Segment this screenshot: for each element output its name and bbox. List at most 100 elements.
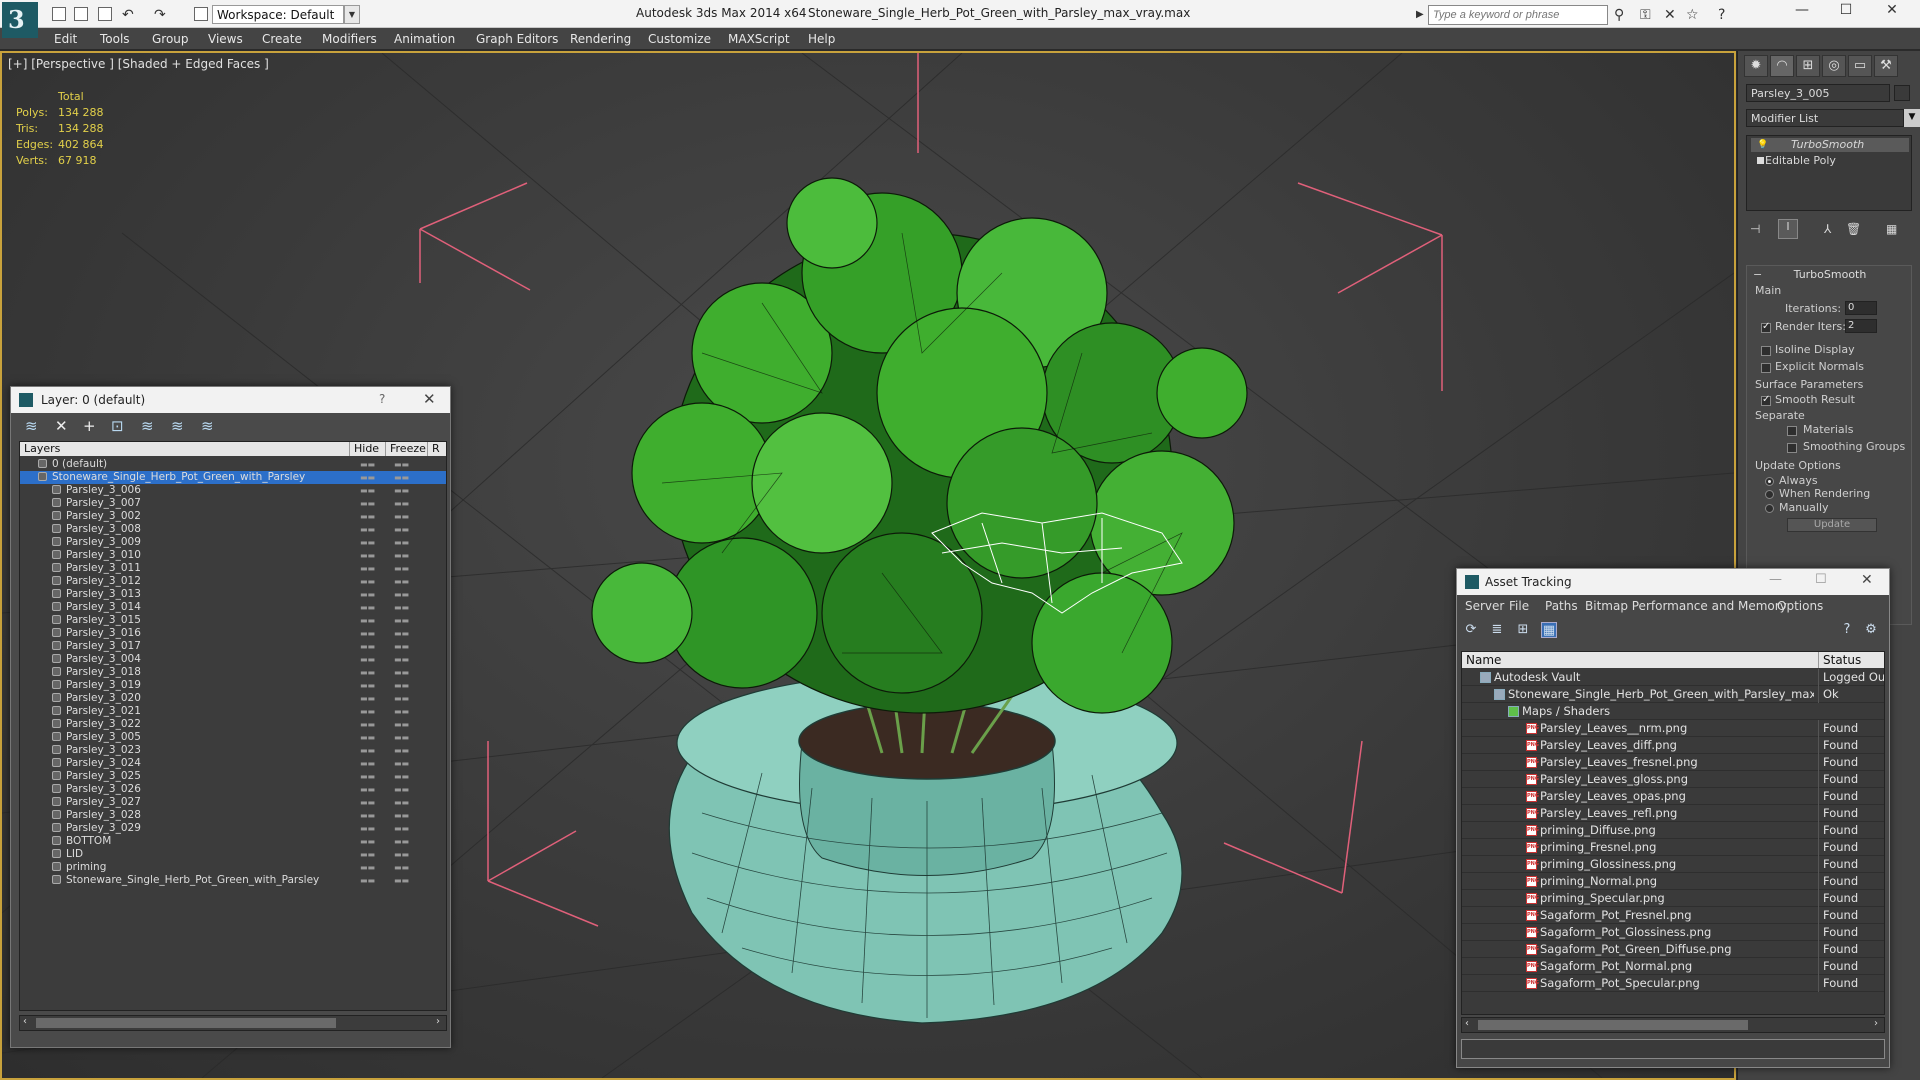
freeze-toggle[interactable]: ▬▬ bbox=[394, 822, 409, 835]
layer-row[interactable]: Parsley_3_019 ▬▬ ▬▬ bbox=[20, 679, 446, 692]
workspace-dropdown[interactable]: Workspace: Default bbox=[212, 5, 344, 24]
manually-radio[interactable] bbox=[1765, 504, 1774, 513]
play-arrow-icon[interactable]: ▶ bbox=[1416, 9, 1424, 20]
maximize-icon[interactable]: ☐ bbox=[1815, 572, 1827, 587]
layer-row[interactable]: Parsley_3_024 ▬▬ ▬▬ bbox=[20, 757, 446, 770]
asset-horizontal-scrollbar[interactable]: ‹ › bbox=[1461, 1017, 1885, 1033]
hide-toggle[interactable]: ▬▬ bbox=[360, 627, 375, 640]
chevron-down-icon[interactable]: ▼ bbox=[1904, 109, 1920, 127]
modifier-list-dropdown[interactable]: Modifier List bbox=[1746, 109, 1904, 127]
hide-toggle[interactable]: ▬▬ bbox=[360, 692, 375, 705]
layer-row[interactable]: Parsley_3_005 ▬▬ ▬▬ bbox=[20, 731, 446, 744]
save-file-icon[interactable] bbox=[98, 7, 112, 21]
layer-row[interactable]: Parsley_3_014 ▬▬ ▬▬ bbox=[20, 601, 446, 614]
always-radio[interactable] bbox=[1765, 477, 1774, 486]
layer-row[interactable]: Parsley_3_022 ▬▬ ▬▬ bbox=[20, 718, 446, 731]
hide-toggle[interactable]: ▬▬ bbox=[360, 497, 375, 510]
menu-views[interactable]: Views bbox=[208, 32, 243, 46]
layer-row[interactable]: 0 (default) ▬▬ ▬▬ bbox=[20, 458, 446, 471]
explicit-normals-checkbox[interactable] bbox=[1761, 363, 1771, 373]
column-render[interactable]: R bbox=[428, 442, 446, 456]
layer-row[interactable]: LID ▬▬ ▬▬ bbox=[20, 848, 446, 861]
hide-toggle[interactable]: ▬▬ bbox=[360, 731, 375, 744]
asset-row[interactable]: PNG Parsley_Leaves__nrm.png Found bbox=[1462, 720, 1884, 737]
layer-row[interactable]: Parsley_3_020 ▬▬ ▬▬ bbox=[20, 692, 446, 705]
help-icon[interactable]: ? bbox=[379, 392, 385, 406]
asset-window-titlebar[interactable]: Asset Tracking — ☐ ✕ bbox=[1457, 569, 1889, 595]
asset-menu-file[interactable]: File bbox=[1509, 599, 1529, 613]
freeze-toggle[interactable]: ▬▬ bbox=[394, 757, 409, 770]
hide-toggle[interactable]: ▬▬ bbox=[360, 796, 375, 809]
expand-icon[interactable] bbox=[1757, 157, 1764, 164]
layer-row[interactable]: Parsley_3_004 ▬▬ ▬▬ bbox=[20, 653, 446, 666]
asset-list[interactable]: Name Status Autodesk Vault Logged Out Ston… bbox=[1461, 651, 1885, 1015]
freeze-toggle[interactable]: ▬▬ bbox=[394, 718, 409, 731]
iterations-spinner[interactable]: 0 bbox=[1845, 301, 1877, 315]
utilities-tab-icon[interactable]: ⚒ bbox=[1874, 55, 1898, 77]
help-icon[interactable]: ? bbox=[1839, 622, 1855, 638]
key-icon[interactable]: ⚿ bbox=[1640, 7, 1651, 23]
layer-row[interactable]: Parsley_3_021 ▬▬ ▬▬ bbox=[20, 705, 446, 718]
layer-row[interactable]: Stoneware_Single_Herb_Pot_Green_with_Par… bbox=[20, 471, 446, 484]
modify-tab-icon[interactable]: ◠ bbox=[1770, 55, 1794, 77]
remove-modifier-icon[interactable]: 🗑 bbox=[1846, 222, 1861, 236]
hide-toggle[interactable]: ▬▬ bbox=[360, 705, 375, 718]
scroll-thumb[interactable] bbox=[1478, 1020, 1748, 1030]
stack-item-turbosmooth[interactable]: TurboSmooth bbox=[1751, 138, 1909, 152]
asset-menu-options[interactable]: Options bbox=[1777, 599, 1823, 613]
asset-row[interactable]: Stoneware_Single_Herb_Pot_Green_with_Par… bbox=[1462, 686, 1884, 703]
menu-help[interactable]: Help bbox=[808, 32, 835, 46]
hide-toggle[interactable]: ▬▬ bbox=[360, 536, 375, 549]
column-name[interactable]: Name bbox=[1466, 653, 1501, 667]
hierarchy-tab-icon[interactable]: ⊞ bbox=[1796, 55, 1820, 77]
freeze-toggle[interactable]: ▬▬ bbox=[394, 744, 409, 757]
layer-row[interactable]: Parsley_3_012 ▬▬ ▬▬ bbox=[20, 575, 446, 588]
rollout-title[interactable]: TurboSmooth bbox=[1747, 268, 1913, 281]
project-folder-icon[interactable] bbox=[194, 7, 208, 21]
table-view-icon[interactable]: ▦ bbox=[1541, 622, 1557, 638]
freeze-toggle[interactable]: ▬▬ bbox=[394, 640, 409, 653]
freeze-toggle[interactable]: ▬▬ bbox=[394, 796, 409, 809]
keyword-search-input[interactable] bbox=[1428, 5, 1608, 25]
hide-toggle[interactable]: ▬▬ bbox=[360, 757, 375, 770]
hide-toggle[interactable]: ▬▬ bbox=[360, 822, 375, 835]
show-end-result-icon[interactable]: I bbox=[1778, 219, 1798, 239]
asset-row[interactable]: PNG Parsley_Leaves_gloss.png Found bbox=[1462, 771, 1884, 788]
menu-animation[interactable]: Animation bbox=[394, 32, 455, 46]
asset-row[interactable]: Maps / Shaders bbox=[1462, 703, 1884, 720]
layer-row[interactable]: Parsley_3_018 ▬▬ ▬▬ bbox=[20, 666, 446, 679]
configure-sets-icon[interactable]: ▦ bbox=[1886, 222, 1897, 236]
hide-toggle[interactable]: ▬▬ bbox=[360, 666, 375, 679]
help-icon[interactable]: ? bbox=[1718, 7, 1725, 23]
pin-stack-icon[interactable]: ⊣ bbox=[1750, 222, 1760, 236]
asset-row[interactable]: PNG priming_Diffuse.png Found bbox=[1462, 822, 1884, 839]
freeze-toggle[interactable]: ▬▬ bbox=[394, 471, 409, 484]
create-layer-icon[interactable]: ≋ bbox=[25, 417, 38, 435]
asset-row[interactable]: PNG priming_Specular.png Found bbox=[1462, 890, 1884, 907]
menu-create[interactable]: Create bbox=[262, 32, 302, 46]
materials-checkbox[interactable] bbox=[1787, 426, 1797, 436]
freeze-toggle[interactable]: ▬▬ bbox=[394, 523, 409, 536]
make-unique-icon[interactable]: ⅄ bbox=[1824, 222, 1831, 236]
freeze-toggle[interactable]: ▬▬ bbox=[394, 835, 409, 848]
hide-toggle[interactable]: ▬▬ bbox=[360, 588, 375, 601]
layer-row[interactable]: Parsley_3_006 ▬▬ ▬▬ bbox=[20, 484, 446, 497]
viewport-label[interactable]: [+] [Perspective ] [Shaded + Edged Faces… bbox=[8, 57, 269, 71]
object-color-swatch[interactable] bbox=[1894, 85, 1910, 101]
hide-toggle[interactable]: ▬▬ bbox=[360, 770, 375, 783]
freeze-toggle[interactable]: ▬▬ bbox=[394, 848, 409, 861]
star-icon[interactable]: ☆ bbox=[1686, 7, 1699, 23]
undo-icon[interactable]: ↶ bbox=[122, 7, 134, 23]
hide-toggle[interactable]: ▬▬ bbox=[360, 861, 375, 874]
freeze-all-icon[interactable]: ≋ bbox=[201, 417, 214, 435]
scroll-thumb[interactable] bbox=[36, 1018, 336, 1028]
detail-view-icon[interactable]: ⊞ bbox=[1515, 622, 1531, 638]
menu-modifiers[interactable]: Modifiers bbox=[322, 32, 377, 46]
freeze-toggle[interactable]: ▬▬ bbox=[394, 783, 409, 796]
layer-row[interactable]: Parsley_3_009 ▬▬ ▬▬ bbox=[20, 536, 446, 549]
open-file-icon[interactable] bbox=[74, 7, 88, 21]
delete-layer-icon[interactable]: ✕ bbox=[55, 417, 68, 435]
column-status[interactable]: Status bbox=[1818, 652, 1861, 668]
freeze-toggle[interactable]: ▬▬ bbox=[394, 575, 409, 588]
freeze-toggle[interactable]: ▬▬ bbox=[394, 666, 409, 679]
